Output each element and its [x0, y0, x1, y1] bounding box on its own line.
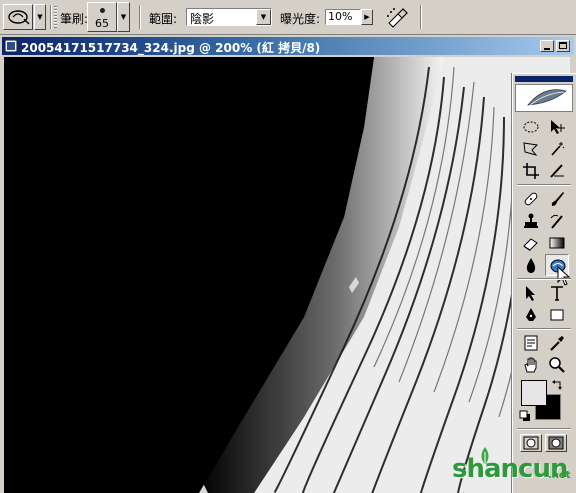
gradient-tool[interactable]	[545, 232, 569, 254]
options-bar: ▼ 筆刷: 65 ▼ 範圍: 陰影 ▼ 曝光度: 10% ▶	[0, 0, 576, 35]
minimize-icon	[544, 48, 550, 50]
chevron-down-icon[interactable]: ▼	[256, 9, 271, 25]
history-brush-tool[interactable]	[545, 210, 569, 232]
brush-preview[interactable]: 65	[87, 2, 117, 32]
move-tool[interactable]	[545, 116, 569, 138]
clone-stamp-tool[interactable]	[519, 210, 543, 232]
marquee-tool[interactable]	[519, 116, 543, 138]
type-tool[interactable]	[545, 282, 569, 304]
separator	[517, 328, 571, 330]
brush-tip-icon	[100, 8, 105, 13]
swap-colors-icon[interactable]	[551, 379, 563, 391]
range-value: 陰影	[190, 12, 215, 26]
lasso-tool[interactable]	[519, 138, 543, 160]
document-title: 20054171517734_324.jpg @ 200% (紅 拷貝/8)	[21, 41, 321, 55]
crop-icon	[523, 163, 539, 179]
type-icon	[551, 286, 563, 301]
exposure-input[interactable]: 10%	[325, 9, 361, 25]
bandage-icon	[524, 192, 538, 206]
separator	[517, 278, 571, 280]
rectangle-tool[interactable]	[545, 304, 569, 326]
stamp-icon	[524, 213, 538, 228]
blur-tool[interactable]	[519, 254, 543, 276]
pen-icon	[526, 308, 536, 321]
move-icon	[551, 120, 565, 134]
note-icon	[524, 335, 538, 351]
eyedropper-tool[interactable]	[545, 332, 569, 354]
hand-tool[interactable]	[519, 354, 543, 376]
exposure-slider-button[interactable]: ▶	[361, 9, 373, 25]
magnifier-icon	[549, 357, 565, 373]
eraser-icon	[523, 238, 538, 251]
notes-tool[interactable]	[519, 332, 543, 354]
document-window: 20054171517734_324.jpg @ 200% (紅 拷貝/8)	[0, 35, 576, 493]
pen-tool[interactable]	[519, 304, 543, 326]
gradient-icon	[549, 237, 565, 249]
eraser-tool[interactable]	[519, 232, 543, 254]
photoshop-document-icon	[5, 40, 17, 52]
brush-dropdown-button[interactable]: ▼	[117, 2, 130, 32]
toolbox-titlebar[interactable]	[515, 76, 573, 82]
dodge-tool-preset-icon[interactable]	[3, 4, 33, 30]
toolbox-panel	[512, 73, 576, 493]
chevron-down-icon[interactable]: ▼	[34, 4, 46, 30]
separator	[420, 5, 422, 29]
airbrush-icon[interactable]	[384, 5, 410, 29]
watermark-suffix: .net	[548, 470, 571, 481]
magic-wand-icon	[551, 142, 565, 156]
foreground-color-swatch[interactable]	[521, 380, 547, 406]
magic-wand-tool[interactable]	[545, 138, 569, 160]
exposure-label: 曝光度:	[280, 12, 321, 26]
separator	[139, 5, 141, 29]
separator	[517, 428, 571, 430]
path-selection-tool[interactable]	[519, 282, 543, 304]
image-canvas[interactable]	[4, 57, 570, 493]
brush-icon	[551, 192, 564, 206]
feather-logo-icon[interactable]	[515, 84, 573, 112]
maximize-icon	[559, 42, 567, 49]
range-label: 範圍:	[149, 12, 178, 26]
tool-preset-picker[interactable]: ▼	[3, 4, 46, 30]
arrow-select-icon	[526, 286, 535, 301]
brush-tool[interactable]	[545, 188, 569, 210]
separator	[517, 184, 571, 186]
rectangle-icon	[550, 309, 564, 321]
polygon-lasso-icon	[523, 142, 539, 156]
water-drop-icon	[526, 258, 536, 273]
grip-handle[interactable]	[54, 6, 57, 28]
hair-image	[4, 57, 570, 493]
ellipse-marquee-icon	[523, 121, 539, 133]
range-select[interactable]: 陰影 ▼	[186, 8, 272, 26]
separator	[50, 5, 52, 29]
default-colors-icon[interactable]	[519, 410, 531, 422]
shancun-watermark: shancun .net	[438, 446, 576, 490]
brush-label: 筆刷:	[60, 12, 89, 26]
slice-tool[interactable]	[545, 160, 569, 182]
hand-icon	[524, 357, 537, 373]
healing-brush-tool[interactable]	[519, 188, 543, 210]
brush-size: 65	[95, 17, 109, 30]
zoom-tool[interactable]	[545, 354, 569, 376]
maximize-button[interactable]	[556, 40, 570, 52]
slice-icon	[550, 164, 564, 178]
document-titlebar[interactable]: 20054171517734_324.jpg @ 200% (紅 拷貝/8)	[2, 37, 574, 55]
history-brush-icon	[550, 214, 563, 229]
eyedropper-icon	[550, 336, 564, 351]
minimize-button[interactable]	[540, 40, 554, 52]
crop-tool[interactable]	[519, 160, 543, 182]
